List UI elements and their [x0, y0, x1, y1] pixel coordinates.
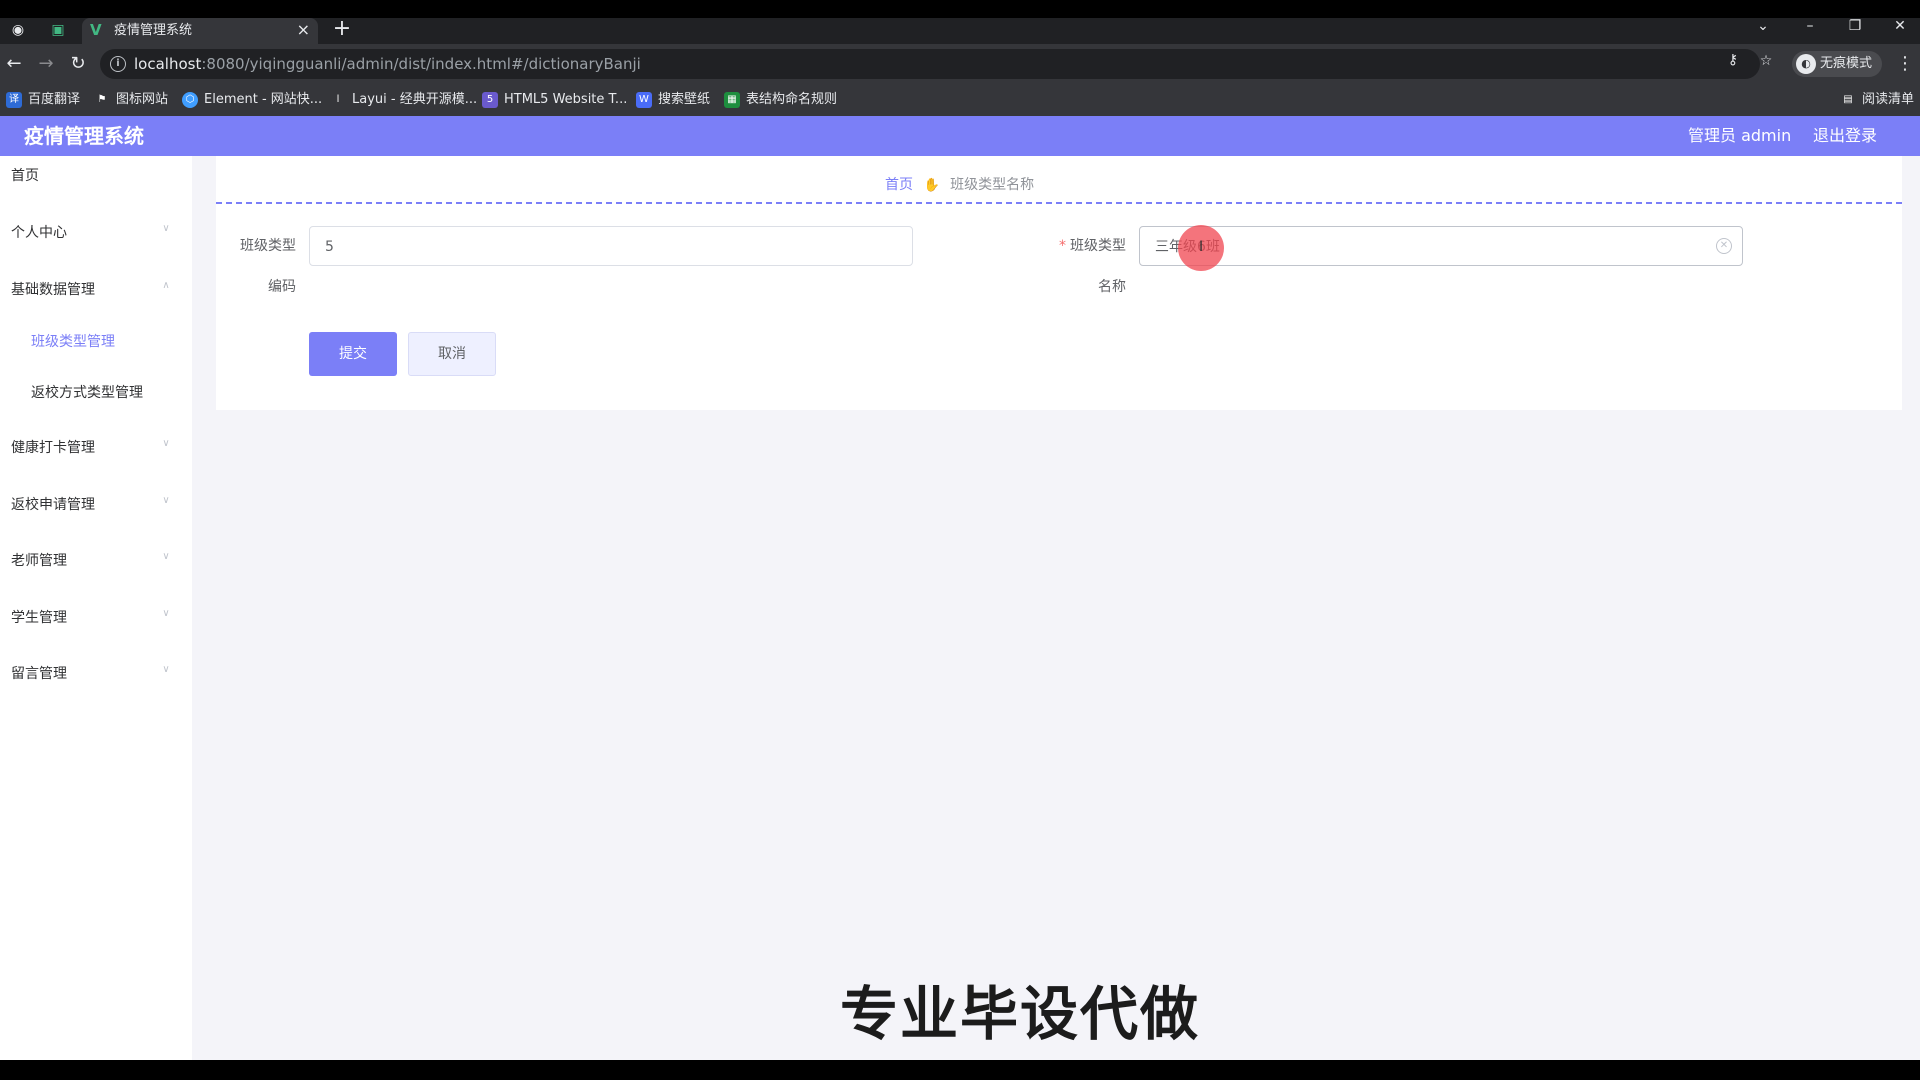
submit-button[interactable]: 提交	[309, 332, 397, 376]
logout-link[interactable]: 退出登录	[1813, 126, 1877, 146]
chevron-down-icon: ∨	[162, 551, 170, 562]
table-icon: ▦	[724, 91, 740, 108]
bookmark-baidu-translate[interactable]: 译百度翻译	[6, 90, 80, 110]
element-icon: ⬡	[182, 91, 198, 108]
sidebar-item-health-checkin[interactable]: 健康打卡管理 ∨	[0, 428, 192, 468]
vue-favicon-icon: V	[90, 21, 102, 39]
app-header: 疫情管理系统 管理员 admin 退出登录	[0, 116, 1920, 156]
edit-form-card: 首页 ✋ 班级类型名称 班级类型 编码 5 *班级类型 名称 三年级6班 ✕ 提…	[216, 156, 1902, 410]
sidebar-item-personal-center[interactable]: 个人中心 ∨	[0, 213, 192, 253]
forward-arrow-icon[interactable]: →	[34, 52, 58, 76]
bookmark-layui[interactable]: l Layui - 经典开源模...	[330, 90, 478, 110]
site-info-icon[interactable]: i	[110, 56, 126, 72]
sidebar-item-return-application[interactable]: 返校申请管理 ∨	[0, 485, 192, 525]
class-name-label-line1: * 班级类型	[1059, 238, 1126, 254]
sidebar-item-students[interactable]: 学生管理 ∨	[0, 598, 192, 638]
tab-search-chevron-icon[interactable]: ⌄	[1748, 14, 1778, 38]
browser-tab-strip: ◉ ▣ V 疫情管理系统 × + ⌄ – ❐ ✕	[0, 0, 1920, 44]
flag-icon: ⚑	[97, 93, 107, 105]
browser-tab-active[interactable]: V 疫情管理系统 ×	[82, 18, 318, 44]
bookmarks-bar: 译百度翻译 ⚑ 图标网站 ⬡ Element - 网站快... l Layui - 经…	[0, 84, 1920, 116]
back-arrow-icon[interactable]: ←	[2, 52, 26, 76]
url-text: localhost:8080/yiqingguanli/admin/dist/i…	[134, 55, 641, 73]
class-code-value: 5	[325, 239, 334, 255]
chevron-down-icon: ∨	[162, 495, 170, 506]
layui-icon: l	[336, 93, 340, 105]
browser-toolbar: ← → ↻ i localhost:8080/yiqingguanli/admi…	[0, 44, 1920, 84]
sidebar-item-teachers[interactable]: 老师管理 ∨	[0, 541, 192, 581]
cancel-button[interactable]: 取消	[408, 332, 496, 376]
class-code-label-line1: 班级类型	[240, 238, 296, 254]
sidebar-item-class-type[interactable]: 班级类型管理	[0, 322, 192, 362]
chevron-down-icon: ∨	[162, 438, 170, 449]
chevron-down-icon: ∨	[162, 664, 170, 675]
class-name-input[interactable]: 三年级6班 ✕	[1139, 226, 1743, 266]
close-window-icon[interactable]: ✕	[1885, 14, 1915, 38]
address-bar[interactable]: i localhost:8080/yiqingguanli/admin/dist…	[100, 49, 1760, 79]
browser-menu-icon[interactable]: ⋮	[1896, 52, 1914, 76]
class-code-input[interactable]: 5	[309, 226, 913, 266]
bookmark-star-icon[interactable]: ☆	[1757, 52, 1775, 70]
reading-list-button[interactable]: ▤ 阅读清单	[1840, 90, 1914, 110]
incognito-icon: ◐	[1796, 53, 1816, 74]
chevron-down-icon: ∨	[162, 608, 170, 619]
watermark-text: 专业毕设代做	[839, 980, 1200, 1048]
breadcrumb-separator-icon: ✋	[923, 178, 940, 193]
breadcrumb-current: 班级类型名称	[950, 177, 1035, 193]
reload-icon[interactable]: ↻	[66, 52, 90, 76]
key-icon[interactable]: ⚷	[1724, 51, 1742, 69]
incognito-profile-button[interactable]: ◐ 无痕模式	[1792, 51, 1883, 77]
restore-window-icon[interactable]: ❐	[1840, 14, 1870, 38]
bottom-black-bar	[0, 1060, 1920, 1080]
sidebar-item-basic-data[interactable]: 基础数据管理 ∧	[0, 270, 192, 310]
text-cursor-icon: I	[1199, 239, 1204, 255]
wallpaper-icon: W	[636, 91, 652, 108]
chevron-up-icon: ∧	[162, 280, 170, 291]
tab-close-icon[interactable]: ×	[297, 21, 310, 39]
bookmark-wallpaper[interactable]: W 搜索壁纸	[636, 90, 710, 110]
sidebar-item-home[interactable]: 首页	[0, 156, 192, 196]
sidebar-menu: 首页 个人中心 ∨ 基础数据管理 ∧ 班级类型管理 返校方式类型管理 健康打卡管…	[0, 156, 192, 1060]
dashed-divider	[216, 202, 1902, 204]
required-mark: *	[1059, 238, 1066, 254]
reading-list-icon: ▤	[1843, 93, 1853, 105]
bookmark-html5[interactable]: 5 HTML5 Website T...	[482, 90, 627, 110]
html5-icon: 5	[482, 91, 498, 108]
minimize-window-icon[interactable]: –	[1795, 14, 1825, 38]
app-title: 疫情管理系统	[24, 124, 144, 148]
bookmark-element[interactable]: ⬡ Element - 网站快...	[182, 90, 322, 110]
bookmark-table-naming[interactable]: ▦ 表结构命名规则	[724, 90, 837, 110]
browser-globe-icon[interactable]: ◉	[8, 20, 28, 40]
sidebar-item-return-method-type[interactable]: 返校方式类型管理	[0, 373, 192, 413]
bookmark-icon-site[interactable]: ⚑ 图标网站	[94, 90, 169, 110]
class-name-label-line2: 名称	[1098, 279, 1126, 295]
class-code-label-line2: 编码	[268, 279, 296, 295]
clear-input-icon[interactable]: ✕	[1716, 238, 1732, 254]
current-user-label: 管理员 admin	[1688, 126, 1792, 145]
translate-icon: 译	[6, 91, 22, 108]
breadcrumb-home-link[interactable]: 首页	[885, 177, 913, 193]
tab-title: 疫情管理系统	[114, 23, 193, 38]
app-root: 疫情管理系统 管理员 admin 退出登录 首页 个人中心 ∨ 基础数据管理 ∧…	[0, 116, 1920, 1060]
new-tab-button[interactable]: +	[330, 18, 354, 42]
tab-group-icon[interactable]: ▣	[48, 20, 68, 40]
chevron-down-icon: ∨	[162, 223, 170, 234]
top-black-strip	[0, 0, 1920, 18]
sidebar-item-messages[interactable]: 留言管理 ∨	[0, 654, 192, 694]
breadcrumb: 首页 ✋ 班级类型名称	[885, 176, 1034, 195]
